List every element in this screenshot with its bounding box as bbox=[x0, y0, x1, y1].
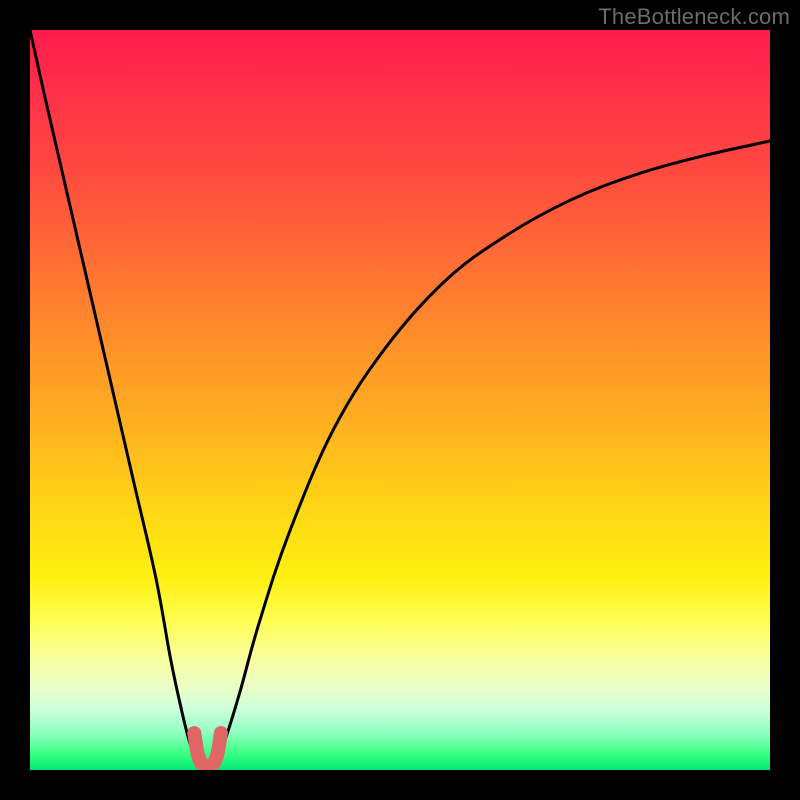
curve-right-branch bbox=[216, 141, 770, 763]
chart-frame: TheBottleneck.com bbox=[0, 0, 800, 800]
curve-left-branch bbox=[30, 30, 199, 763]
curve-layer bbox=[30, 30, 770, 770]
watermark-text: TheBottleneck.com bbox=[598, 4, 790, 30]
plot-area bbox=[30, 30, 770, 770]
curve-valley-highlight bbox=[194, 733, 221, 766]
